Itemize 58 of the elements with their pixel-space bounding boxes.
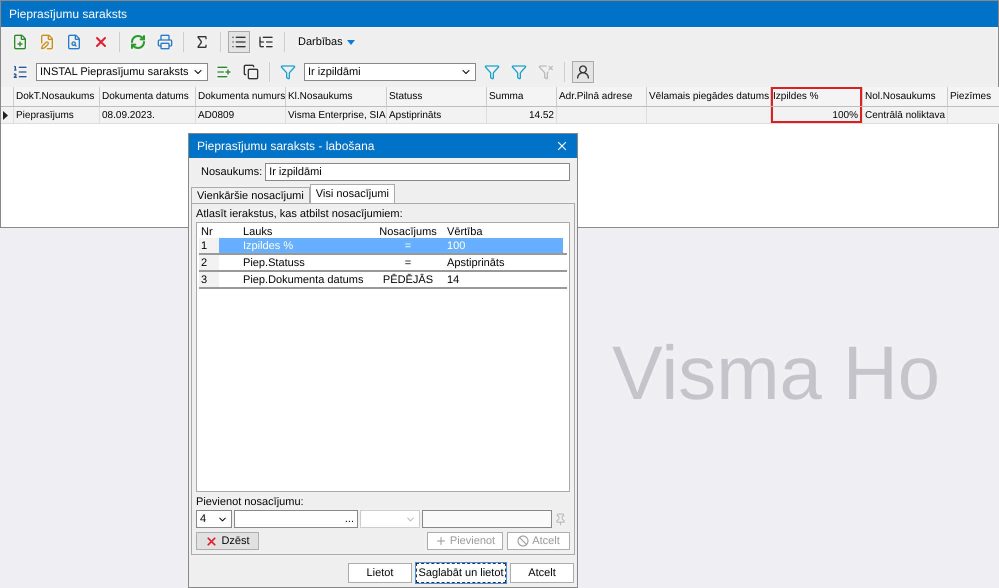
column-header: Nosacījums <box>378 226 438 238</box>
tab[interactable]: Vienkāršie nosacījumi <box>191 187 310 204</box>
table-cell[interactable]: Piep.Statuss <box>219 255 371 270</box>
column-header[interactable]: Kl.Nosaukums <box>286 87 387 107</box>
view-select[interactable]: INSTAL Pieprasījumu saraksts <box>36 63 208 81</box>
column-header[interactable]: Vēlamais piegādes datums <box>647 87 771 107</box>
column-header[interactable]: DokT.Nosaukums <box>14 87 100 107</box>
table-cell: 2 <box>199 255 219 270</box>
window-title: Pieprasījumu saraksts <box>1 1 998 27</box>
table-cell: Centrālā noliktava <box>863 107 948 124</box>
name-input[interactable]: Ir izpildāmi <box>265 163 570 181</box>
dialog-button[interactable]: Atcelt <box>510 563 574 583</box>
delete-button[interactable]: Dzēst <box>196 532 259 550</box>
dialog-title: Pieprasījumu saraksts - labošana <box>197 139 374 153</box>
table-cell: Apstiprināts <box>387 107 487 124</box>
column-header[interactable]: Adr.Pilnā adrese <box>557 87 647 107</box>
column-header[interactable]: Statuss <box>387 87 487 107</box>
row-pointer-icon <box>3 110 8 120</box>
plus-icon <box>434 535 447 547</box>
table-cell: 100% <box>771 107 863 124</box>
table-cell: 1 <box>199 238 219 253</box>
cancel-icon <box>517 535 530 547</box>
table-cell[interactable]: = <box>371 255 445 270</box>
column-header[interactable]: Nol.Nosaukums <box>863 87 948 107</box>
table-cell <box>948 107 999 124</box>
table-cell[interactable]: Apstiprināts <box>445 255 563 270</box>
name-label: Nosaukums: <box>201 166 262 178</box>
field-select[interactable]: ... <box>234 510 358 528</box>
tab[interactable]: Visi nosacījumi <box>310 184 395 204</box>
column-header: Vērtība <box>446 226 484 238</box>
list-view-icon[interactable] <box>228 31 250 53</box>
user-filter-icon[interactable] <box>572 61 594 83</box>
dialog-button[interactable]: Saglabāt un lietot <box>416 563 506 583</box>
filter-select[interactable]: Ir izpildāmi <box>304 63 476 81</box>
table-cell[interactable]: 14 <box>445 272 563 287</box>
dialog-button[interactable]: Lietot <box>348 563 412 583</box>
table-cell: 3 <box>199 272 219 287</box>
close-icon[interactable] <box>555 139 569 153</box>
table-cell[interactable]: Piep.Dokumenta datums <box>219 272 371 287</box>
table-cell: Visma Enterprise, SIA <box>286 107 387 124</box>
table-cell: AD0809 <box>196 107 286 124</box>
column-header: Lauks <box>242 226 274 238</box>
delete-icon <box>205 534 218 548</box>
column-header[interactable]: Dokumenta datums <box>100 87 196 107</box>
conditions-caption: Atlasīt ierakstus, kas atbilst nosacījumiem: <box>196 208 404 220</box>
column-header: Nr <box>200 226 214 238</box>
table-cell: 14.52 <box>487 107 557 124</box>
group-label: Pievienot nosacījumu: <box>196 496 305 508</box>
column-header[interactable]: Dokumenta numurs <box>196 87 286 107</box>
column-header[interactable]: Summa <box>487 87 557 107</box>
column-header[interactable]: Piezīmes <box>948 87 999 107</box>
column-header[interactable]: Izpildes % <box>771 87 863 107</box>
actions-menu[interactable]: Darbības <box>292 36 361 48</box>
table-cell[interactable]: PĒDĒJĀS <box>371 272 445 287</box>
value-input[interactable] <box>422 510 552 528</box>
nr-select[interactable]: 4 <box>196 510 232 528</box>
table-cell: Pieprasījums <box>14 107 100 124</box>
table-cell: 08.09.2023. <box>100 107 196 124</box>
